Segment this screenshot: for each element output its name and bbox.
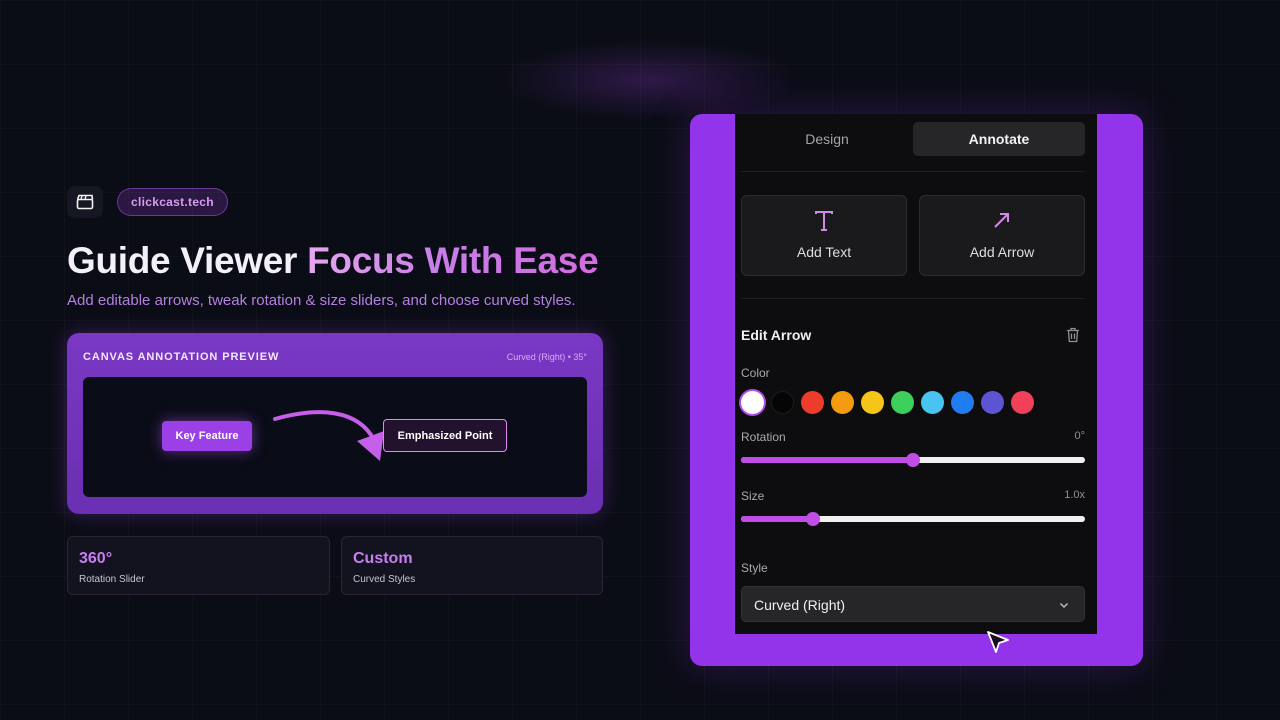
- size-label: Size: [741, 489, 765, 503]
- color-swatches: [741, 391, 1034, 414]
- color-swatch[interactable]: [921, 391, 944, 414]
- preview-meta: Curved (Right) • 35°: [506, 352, 587, 362]
- size-slider-thumb[interactable]: [806, 512, 821, 526]
- color-swatch[interactable]: [771, 391, 794, 414]
- color-swatch[interactable]: [1011, 391, 1034, 414]
- brand-row: clickcast.tech: [67, 186, 228, 218]
- arrow-up-right-icon: [920, 210, 1084, 236]
- style-select-value: Curved (Right): [754, 597, 846, 613]
- style-label: Style: [741, 561, 768, 575]
- add-text-button[interactable]: Add Text: [741, 195, 907, 276]
- stat-label: Rotation Slider: [79, 574, 145, 585]
- trash-icon[interactable]: [1066, 327, 1080, 348]
- mouse-pointer-icon: [987, 631, 1009, 653]
- divider: [741, 171, 1085, 172]
- rotation-slider-thumb[interactable]: [906, 453, 920, 467]
- rotation-label: Rotation: [741, 430, 786, 444]
- size-slider-fill: [741, 516, 814, 522]
- subtitle: Add editable arrows, tweak rotation & si…: [67, 292, 576, 309]
- tab-bar: Design Annotate: [741, 122, 1085, 156]
- stat-card-rotation: 360° Rotation Slider: [67, 536, 330, 595]
- headline-white: Guide Viewer: [67, 240, 308, 281]
- color-swatch[interactable]: [801, 391, 824, 414]
- edit-arrow-title: Edit Arrow: [741, 327, 812, 343]
- brand-chip[interactable]: clickcast.tech: [117, 188, 228, 216]
- color-swatch[interactable]: [831, 391, 854, 414]
- rotation-slider[interactable]: [741, 453, 1085, 467]
- divider: [741, 298, 1085, 299]
- color-label: Color: [741, 366, 770, 380]
- key-feature-label: Key Feature: [162, 421, 252, 451]
- tab-design[interactable]: Design: [741, 122, 913, 156]
- add-arrow-button[interactable]: Add Arrow: [919, 195, 1085, 276]
- headline-accent: Focus With Ease: [307, 240, 599, 281]
- add-text-label: Add Text: [796, 244, 852, 260]
- tab-annotate[interactable]: Annotate: [913, 122, 1085, 156]
- stat-label: Curved Styles: [353, 574, 416, 585]
- size-slider[interactable]: [741, 512, 1085, 526]
- rotation-value: 0°: [1074, 430, 1085, 442]
- clapperboard-icon: [67, 186, 103, 218]
- canvas-preview-card: CANVAS ANNOTATION PREVIEW Curved (Right)…: [67, 333, 603, 514]
- chevron-down-icon: [1059, 602, 1069, 609]
- color-swatch[interactable]: [951, 391, 974, 414]
- page-title: Guide Viewer Focus With Ease: [67, 240, 599, 282]
- curved-arrow-icon: [273, 410, 384, 461]
- emphasized-point-label: Emphasized Point: [383, 419, 507, 452]
- stat-value: Custom: [353, 550, 413, 567]
- color-swatch[interactable]: [891, 391, 914, 414]
- color-swatch[interactable]: [981, 391, 1004, 414]
- stat-value: 360°: [79, 550, 113, 567]
- preview-title: CANVAS ANNOTATION PREVIEW: [83, 351, 280, 363]
- stat-card-styles: Custom Curved Styles: [341, 536, 603, 595]
- background-glow: [500, 40, 800, 120]
- text-t-icon: [742, 210, 906, 238]
- preview-canvas: Key Feature Emphasized Point: [83, 377, 587, 497]
- color-swatch[interactable]: [741, 391, 764, 414]
- annotation-panel: Design Annotate Add Text Add Arrow Edit …: [735, 114, 1097, 634]
- style-select[interactable]: Curved (Right): [741, 586, 1085, 622]
- color-swatch[interactable]: [861, 391, 884, 414]
- add-arrow-label: Add Arrow: [969, 244, 1035, 260]
- rotation-slider-fill: [741, 457, 913, 463]
- size-value: 1.0x: [1064, 489, 1085, 501]
- editor-panel-frame: Design Annotate Add Text Add Arrow Edit …: [690, 114, 1143, 666]
